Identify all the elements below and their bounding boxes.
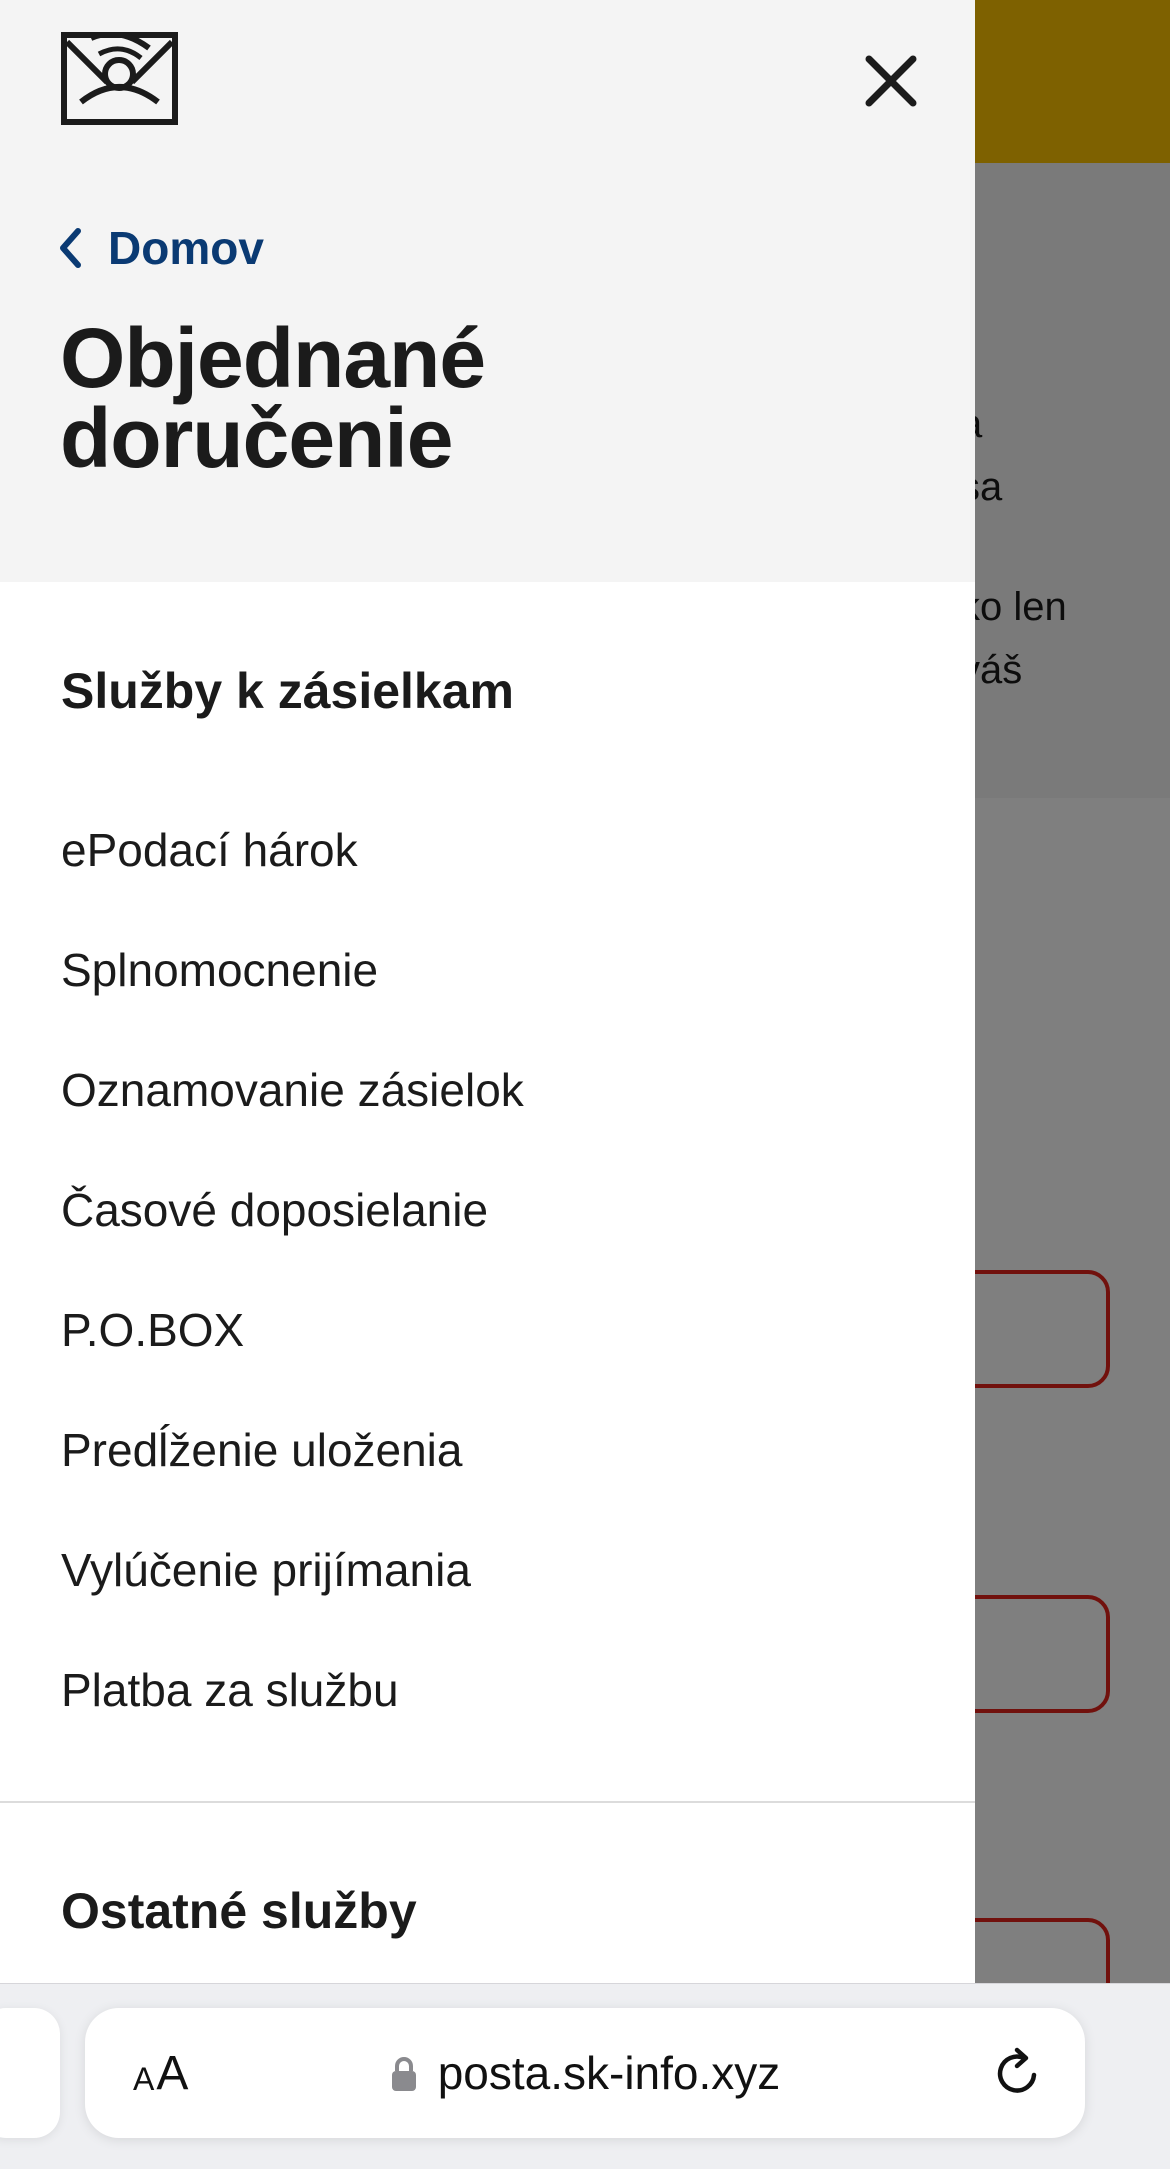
reload-button[interactable]: [990, 2045, 1046, 2101]
reload-icon: [997, 2047, 1037, 2093]
back-link-label: Domov: [108, 222, 264, 274]
posta-logo-icon: [61, 30, 178, 125]
page-title: Objednané doručenie: [60, 316, 940, 480]
previous-tab-peek[interactable]: [0, 2008, 60, 2138]
text-size-large-glyph: A: [156, 2046, 189, 2100]
url-text[interactable]: posta.sk-info.xyz: [438, 2046, 781, 2100]
chevron-left-icon: [58, 225, 88, 271]
menu-item-splnomocnenie[interactable]: Splnomocnenie: [61, 910, 921, 1030]
services-menu: ePodací hárok Splnomocnenie Oznamovanie …: [61, 790, 921, 1750]
close-button[interactable]: [858, 48, 924, 114]
url-container: posta.sk-info.xyz: [85, 2008, 1085, 2138]
menu-item-platba-za-sluzbu[interactable]: Platba za službu: [61, 1630, 921, 1750]
page-title-line-2: doručenie: [60, 391, 453, 485]
menu-item-predlzenie-ulozenia[interactable]: Predĺženie uloženia: [61, 1390, 921, 1510]
back-link-home[interactable]: Domov: [58, 218, 264, 278]
text-size-button[interactable]: AA: [133, 2008, 188, 2138]
navigation-drawer: Domov Objednané doručenie Služby k zásie…: [0, 0, 975, 1983]
menu-item-oznamovanie-zasielok[interactable]: Oznamovanie zásielok: [61, 1030, 921, 1150]
menu-item-epodaci-harok[interactable]: ePodací hárok: [61, 790, 921, 910]
drawer-header: Domov Objednané doručenie: [0, 0, 975, 582]
menu-item-po-box[interactable]: P.O.BOX: [61, 1270, 921, 1390]
section-divider: [0, 1801, 975, 1803]
text-size-small-glyph: A: [133, 2060, 155, 2097]
lock-icon: [390, 2053, 420, 2093]
browser-toolbar: posta.sk-info.xyz AA: [0, 1983, 1170, 2169]
close-icon: [865, 55, 917, 107]
section-heading-services: Služby k zásielkam: [61, 663, 515, 719]
menu-item-casove-doposielanie[interactable]: Časové doposielanie: [61, 1150, 921, 1270]
address-bar[interactable]: posta.sk-info.xyz AA: [85, 2008, 1085, 2138]
section-heading-other-services[interactable]: Ostatné služby: [61, 1882, 417, 1940]
menu-item-vylucenie-prijimania[interactable]: Vylúčenie prijímania: [61, 1510, 921, 1630]
